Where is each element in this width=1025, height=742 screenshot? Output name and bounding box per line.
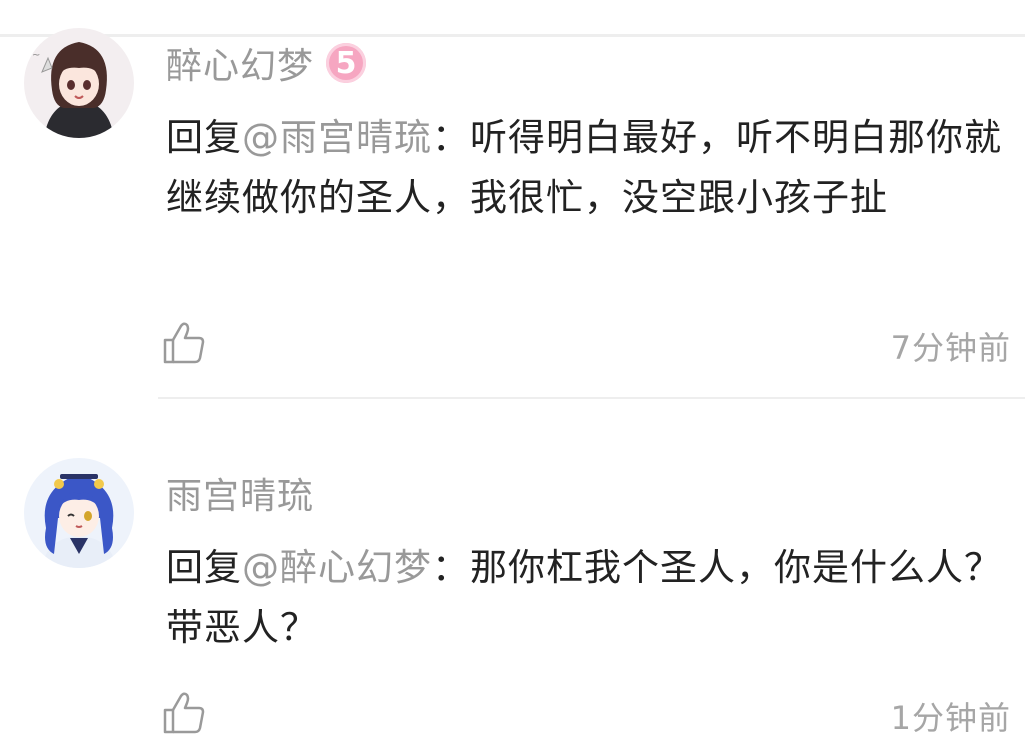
mention-link[interactable]: @醉心幻梦 bbox=[242, 546, 432, 589]
thumbs-up-icon bbox=[163, 322, 205, 364]
mention-link[interactable]: @雨宫晴琉 bbox=[242, 116, 432, 159]
timestamp: 7分钟前 bbox=[890, 329, 1011, 367]
reply-prefix: 回复 bbox=[166, 116, 242, 159]
timestamp: 1分钟前 bbox=[890, 699, 1011, 737]
mention-separator: ： bbox=[432, 116, 470, 159]
comment-divider bbox=[158, 397, 1025, 399]
like-button[interactable] bbox=[162, 691, 206, 735]
thumbs-up-icon bbox=[163, 692, 205, 734]
like-button[interactable] bbox=[162, 321, 206, 365]
svg-text:~: ~ bbox=[32, 50, 40, 61]
comment-text: 回复@雨宫晴琉：听得明白最好，听不明白那你就继续做你的圣人，我很忙，没空跟小孩子… bbox=[166, 108, 1011, 228]
username[interactable]: 醉心幻梦 bbox=[166, 37, 314, 89]
avatar[interactable]: ~ bbox=[24, 28, 134, 138]
comment-text: 回复@醉心幻梦：那你杠我个圣人，你是什么人？带恶人？ bbox=[166, 538, 1011, 658]
username[interactable]: 雨宫晴琉 bbox=[166, 467, 314, 519]
avatar[interactable] bbox=[24, 458, 134, 568]
comment-header: 醉心幻梦 5 bbox=[166, 37, 367, 89]
comment-header: 雨宫晴琉 bbox=[166, 468, 314, 518]
comment-thread: ~ 醉心幻梦 5 回复@雨宫晴琉：听得明白最好，听不明白那你就继续做你的圣人，我… bbox=[0, 0, 1025, 742]
level-badge: 5 bbox=[326, 43, 367, 83]
top-divider bbox=[0, 34, 1025, 37]
mention-separator: ： bbox=[432, 546, 470, 589]
reply-prefix: 回复 bbox=[166, 546, 242, 589]
